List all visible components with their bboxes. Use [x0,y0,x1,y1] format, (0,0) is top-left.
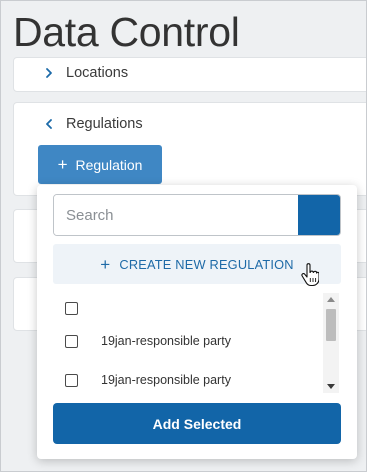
plus-icon: + [57,155,68,174]
chevron-right-icon [42,66,56,80]
list-item[interactable]: 19jan-responsible party [53,329,231,353]
plus-icon: + [100,254,111,274]
create-new-regulation-button[interactable]: + CREATE NEW REGULATION [53,244,341,284]
list-item-label: 19jan-responsible party [101,334,231,348]
add-regulation-label: Regulation [75,156,143,173]
app-window: Data Control Locations Regulations + Reg… [0,0,367,472]
list-item-label: 19jan-responsible party [101,373,231,387]
regulation-picker-popover: + CREATE NEW REGULATION 19jan-responsibl… [37,185,357,459]
locations-label: Locations [66,65,129,81]
add-regulation-button[interactable]: + Regulation [38,145,162,184]
checkbox[interactable] [65,373,78,387]
regulations-label: Regulations [66,116,143,132]
scroll-down-icon[interactable] [327,384,335,389]
create-new-regulation-label: CREATE NEW REGULATION [119,256,294,272]
checkbox[interactable] [65,301,78,315]
list-scrollbar[interactable] [323,293,339,393]
locations-section[interactable]: Locations [13,57,366,92]
chevron-left-icon [42,117,56,131]
list-item[interactable]: 19jan-responsible party [53,368,231,392]
search-button[interactable] [298,195,340,235]
regulations-section: Regulations + Regulation [13,102,366,196]
checkbox[interactable] [65,334,78,348]
page-title: Data Control [13,9,240,55]
hand-pointer-icon [301,263,319,287]
search-input[interactable] [54,195,298,235]
search-box [53,194,341,236]
scrollbar-thumb[interactable] [326,309,336,341]
list-item[interactable] [53,296,101,320]
scroll-up-icon[interactable] [327,297,335,302]
add-selected-button[interactable]: Add Selected [53,403,341,444]
regulations-header[interactable]: Regulations [42,116,143,132]
regulation-list[interactable]: 19jan-responsible party 19jan-responsibl… [53,293,325,395]
locations-header[interactable]: Locations [42,65,128,81]
